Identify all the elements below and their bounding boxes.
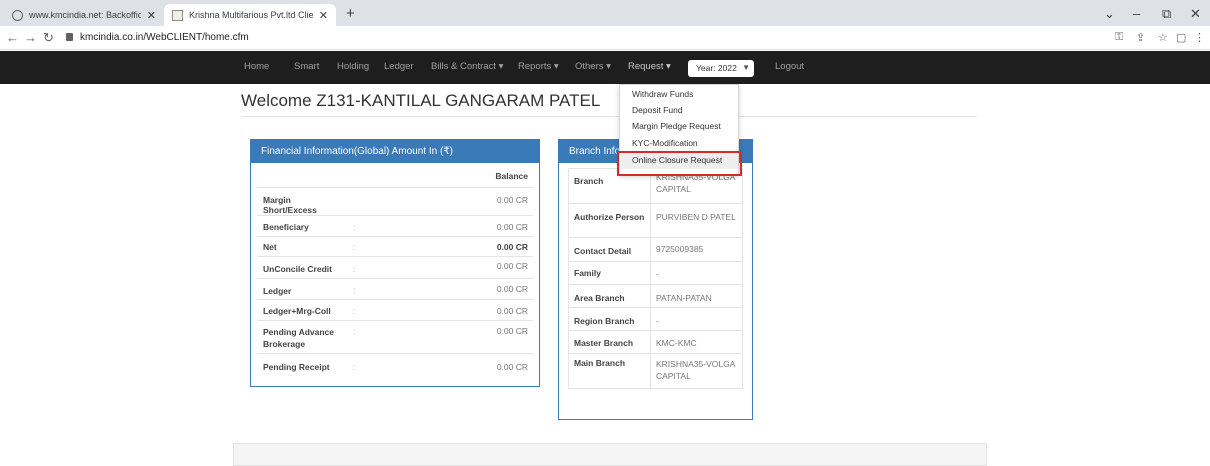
nav-smart[interactable]: Smart [294, 61, 319, 72]
table-row: Region Branch - [568, 307, 743, 331]
browser-tab-bar: www.kmcindia.net: Backoffice ✕ Krishna M… [0, 0, 1210, 26]
table-row: UnConcile Credit : 0.00 CR [257, 255, 534, 278]
financial-info-panel: Financial Information(Global) Amount In … [250, 139, 540, 387]
table-row: Area Branch PATAN-PATAN [568, 284, 743, 308]
menu-item-withdraw-funds[interactable]: Withdraw Funds [632, 89, 693, 99]
table-row: Master Branch KMC-KMC [568, 330, 743, 354]
tab-title: Krishna Multifarious Pvt.ltd Client [189, 10, 313, 20]
site-logo-icon [172, 9, 183, 21]
nav-holding[interactable]: Holding [337, 61, 369, 72]
table-row: Ledger+Mrg-Coll : 0.00 CR [257, 298, 534, 320]
window-close-button[interactable]: ✕ [1190, 6, 1201, 22]
nav-home[interactable]: Home [244, 61, 269, 72]
table-row: Main Branch KRISHNA35-VOLGA CAPITAL [568, 353, 743, 389]
table-row: Contact Detail 9725009385 [568, 237, 743, 262]
menu-item-margin-pledge-request[interactable]: Margin Pledge Request [632, 121, 721, 131]
table-row: Family - [568, 261, 743, 285]
url-field[interactable]: kmcindia.co.in/WebCLIENT/home.cfm [80, 32, 249, 43]
sidebar-icon[interactable]: ▢ [1176, 31, 1186, 44]
nav-others[interactable]: Others ▾ [575, 61, 611, 72]
year-select[interactable]: Year: 2022 ▼ [688, 60, 754, 77]
kebab-menu-icon[interactable]: ⋮ [1194, 31, 1205, 44]
close-tab-icon[interactable]: ✕ [147, 9, 156, 22]
table-row: Authorize Person PURVIBEN D PATEL [568, 203, 743, 238]
key-icon[interactable]: ⚿ [1115, 31, 1123, 44]
back-arrow-icon[interactable]: ← [6, 30, 19, 45]
reload-icon[interactable]: ↻ [43, 30, 54, 46]
footer-bar [233, 443, 987, 466]
table-row: Margin Short/Excess 0.00 CR [257, 186, 534, 215]
chevron-down-icon: ▼ [742, 63, 750, 72]
balance-header: Balance [495, 171, 528, 181]
financial-table: Balance Margin Short/Excess 0.00 CR Bene… [257, 167, 534, 378]
highlight-annotation-box [617, 151, 742, 176]
nav-reports[interactable]: Reports ▾ [518, 61, 559, 72]
globe-icon [12, 9, 23, 21]
address-bar: ← → ↻ kmcindia.co.in/WebCLIENT/home.cfm … [0, 26, 1210, 50]
menu-item-kyc-modification[interactable]: KYC-Modification [632, 138, 698, 148]
nav-ledger[interactable]: Ledger [384, 61, 414, 72]
table-row: Pending Advance Brokerage : 0.00 CR [257, 319, 534, 353]
browser-tab-client[interactable]: Krishna Multifarious Pvt.ltd Client ✕ [164, 4, 336, 26]
menu-item-deposit-fund[interactable]: Deposit Fund [632, 105, 683, 115]
share-icon[interactable]: ⇪ [1136, 31, 1145, 44]
branch-table: Branch KRISHNA35-VOLGA CAPITAL Authorize… [568, 168, 743, 389]
nav-bills-contract[interactable]: Bills & Contract ▾ [431, 61, 503, 72]
lock-icon [66, 33, 73, 41]
page-title: Welcome Z131-KANTILAL GANGARAM PATEL [241, 91, 601, 110]
tab-title: www.kmcindia.net: Backoffice [29, 10, 141, 20]
browser-tab-backoffice[interactable]: www.kmcindia.net: Backoffice ✕ [4, 4, 164, 26]
new-tab-button[interactable]: + [346, 5, 355, 22]
nav-logout[interactable]: Logout [775, 61, 804, 72]
forward-arrow-icon[interactable]: → [24, 30, 37, 45]
table-row: Pending Receipt : 0.00 CR [257, 352, 534, 378]
financial-panel-title: Financial Information(Global) Amount In … [251, 140, 539, 163]
restore-button[interactable]: ⧉ [1162, 6, 1171, 22]
close-tab-icon[interactable]: ✕ [319, 9, 328, 22]
bookmark-star-icon[interactable]: ☆ [1158, 31, 1168, 44]
branch-info-panel: Branch Info Branch KRISHNA35-VOLGA CAPIT… [558, 139, 753, 420]
minimize-button[interactable]: – [1133, 6, 1140, 21]
year-select-value: Year: 2022 [696, 63, 737, 73]
table-row: Net : 0.00 CR [257, 235, 534, 256]
divider [241, 116, 977, 117]
table-row: Beneficiary : 0.00 CR [257, 214, 534, 236]
tab-search-icon[interactable]: ⌄ [1104, 6, 1115, 22]
nav-request[interactable]: Request ▾ [628, 61, 671, 72]
app-navbar: Home Smart Holding Ledger Bills & Contra… [0, 51, 1210, 84]
table-row: Ledger : 0.00 CR [257, 277, 534, 299]
